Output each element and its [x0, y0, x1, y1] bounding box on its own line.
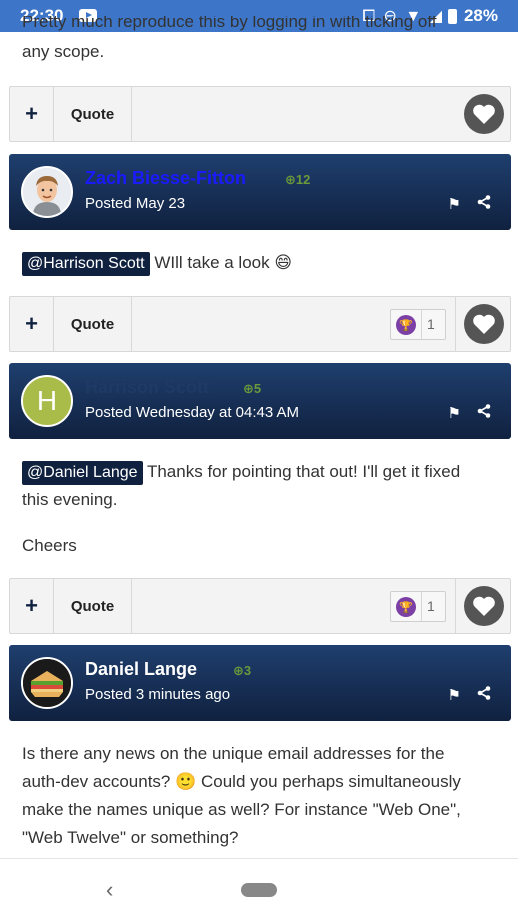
battery-icon [448, 9, 457, 24]
reaction-summary[interactable]: 🏆 1 [390, 591, 446, 622]
post-text-line: make the names unique as well? For insta… [22, 800, 461, 819]
post-date[interactable]: Posted Wednesday at 04:43 AM [85, 404, 299, 421]
post-header: Zach Biesse-Fitton ⊕12 Posted May 23 ⚑ [9, 154, 511, 230]
post-text-line: this evening. [22, 490, 118, 509]
share-icon[interactable] [477, 404, 491, 422]
heart-icon [473, 104, 495, 124]
flag-icon[interactable]: ⚑ [448, 686, 461, 704]
trophy-icon: 🏆 [396, 597, 416, 617]
post-header: Daniel Lange ⊕3 Posted 3 minutes ago ⚑ [9, 645, 511, 721]
share-icon[interactable] [477, 195, 491, 213]
action-divider [455, 579, 456, 633]
home-pill[interactable] [241, 883, 277, 897]
quote-button[interactable]: Quote [54, 579, 132, 633]
post-header: H Harrison Scott ⊕5 Posted Wednesday at … [9, 363, 511, 439]
reaction-count: 1 [427, 598, 435, 614]
post-text-line: Thanks for pointing that out! I'll get i… [146, 462, 461, 481]
quote-button[interactable]: Quote [54, 297, 132, 351]
plus-icon: + [25, 101, 38, 126]
plus-icon: + [25, 593, 38, 618]
post-author-name[interactable]: Daniel Lange [85, 659, 197, 680]
intro-line-2: any scope. [22, 42, 105, 61]
mention-link[interactable]: @Daniel Lange [22, 461, 143, 485]
reputation-count: 12 [295, 172, 311, 187]
battery-percent: 28% [463, 6, 498, 25]
flag-icon[interactable]: ⚑ [448, 195, 461, 213]
reaction-count: 1 [427, 316, 435, 332]
action-divider [455, 297, 456, 351]
post-text: WIll take a look 😄 [154, 253, 293, 272]
post-date[interactable]: Posted May 23 [85, 195, 185, 212]
reputation-count: 3 [243, 663, 252, 678]
like-button[interactable] [464, 94, 504, 134]
like-button[interactable] [464, 586, 504, 626]
avatar[interactable] [21, 657, 73, 709]
post-action-bar: + Quote 🏆 1 [9, 296, 511, 352]
avatar[interactable] [21, 166, 73, 218]
avatar-letter: H [36, 385, 58, 416]
reputation-badge: ⊕3 [233, 663, 252, 678]
multiquote-button[interactable]: + [10, 579, 54, 633]
post-text-line: "Web Twelve" or something? [22, 828, 239, 847]
plus-icon: + [25, 311, 38, 336]
post-body: Is there any news on the unique email ad… [22, 740, 461, 852]
heart-icon [473, 314, 495, 334]
post-text-line: auth-dev accounts? 🙂 Could you perhaps s… [22, 772, 461, 791]
quote-button[interactable]: Quote [54, 87, 132, 141]
post-action-bar: + Quote [9, 86, 511, 142]
like-button[interactable] [464, 304, 504, 344]
reaction-summary[interactable]: 🏆 1 [390, 309, 446, 340]
share-icon[interactable] [477, 686, 491, 704]
reaction-divider [421, 592, 422, 621]
avatar[interactable]: H [21, 375, 73, 427]
trophy-icon: 🏆 [396, 315, 416, 335]
post-text-line: Is there any news on the unique email ad… [22, 744, 445, 763]
multiquote-button[interactable]: + [10, 297, 54, 351]
post-body: @Harrison Scott WIll take a look 😄 [22, 249, 292, 277]
back-icon[interactable]: ‹ [106, 877, 113, 903]
reputation-count: 5 [253, 381, 262, 396]
reputation-badge: ⊕5 [243, 381, 262, 396]
heart-icon [473, 596, 495, 616]
sandwich-icon [23, 659, 71, 707]
post-body: @Daniel Lange Thanks for pointing that o… [22, 458, 460, 560]
reaction-divider [421, 310, 422, 339]
flag-icon[interactable]: ⚑ [448, 404, 461, 422]
post-author-name[interactable]: Zach Biesse-Fitton [85, 168, 246, 189]
multiquote-button[interactable]: + [10, 87, 54, 141]
intro-line-1: Pretty much reproduce this by logging in… [22, 16, 437, 31]
post-text-line: Cheers [22, 536, 77, 555]
post-text-intro: Pretty much reproduce this by logging in… [22, 16, 437, 66]
mention-link[interactable]: @Harrison Scott [22, 252, 150, 276]
avatar-cartoon-icon [23, 168, 71, 216]
post-date[interactable]: Posted 3 minutes ago [85, 686, 230, 703]
system-nav-bar: ‹ [0, 858, 518, 920]
post-action-bar: + Quote 🏆 1 [9, 578, 511, 634]
post-author-name[interactable]: Harrison Scott [85, 377, 209, 398]
reputation-badge: ⊕12 [285, 172, 311, 187]
